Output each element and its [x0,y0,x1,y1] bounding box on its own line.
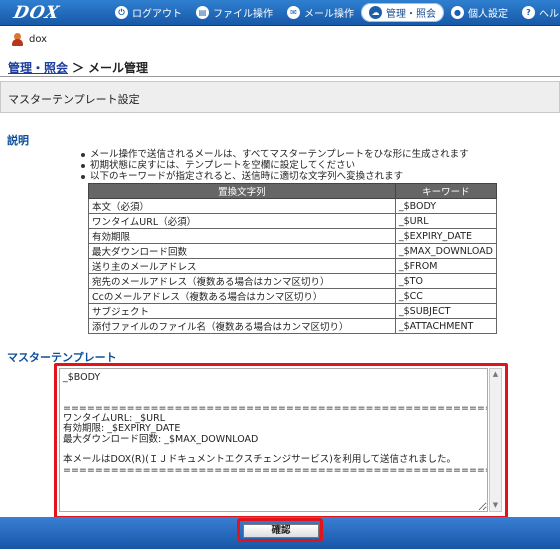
keyword-cell: _$SUBJECT [394,303,498,319]
replacement-cell: 本文（必須） [88,198,396,214]
breadcrumb-link-management[interactable]: 管理・照会 [8,61,68,75]
top-nav-bar: DOX ⏻ ログアウト ▤ ファイル操作 ✉ メール操作 ☁ 管理・照会 ● 個人設定? ヘルプ [0,0,560,26]
breadcrumb-divider [0,76,560,77]
nav-label: 管理・照会 [386,9,436,20]
confirm-button[interactable]: 確認 [243,524,319,538]
table-row: 最大ダウンロード回数 _$MAX_DOWNLOAD [88,243,498,259]
keyword-cell: _$ATTACHMENT [394,318,498,334]
nav-item-0[interactable]: ⏻ ログアウト [108,0,189,25]
header-keyword: キーワード [394,183,498,199]
dox-logo: DOX [11,3,62,23]
keyword-cell: _$MAX_DOWNLOAD [394,243,498,259]
replacement-cell: 宛先のメールアドレス（複数ある場合はカンマ区切り） [88,273,396,289]
mail-icon: ✉ [287,6,300,19]
file-icon: ▤ [196,6,209,19]
replacement-cell: 添付ファイルのファイル名（複数ある場合はカンマ区切り） [88,318,396,334]
person-icon: ● [451,6,464,19]
replacement-cell: 最大ダウンロード回数 [88,243,396,259]
breadcrumb-separator: ＞ [72,61,85,75]
nav-item-3[interactable]: ☁ 管理・照会 [361,3,444,22]
table-row: 本文（必須） _$BODY [88,198,498,214]
table-row: Ccのメールアドレス（複数ある場合はカンマ区切り） _$CC [88,288,498,304]
nav-item-4[interactable]: ● 個人設定 [444,0,515,25]
keyword-cell: _$BODY [394,198,498,214]
explanation-item: 初期状態に戻すには、テンプレートを空欄に設定してください [80,160,469,171]
table-row: 添付ファイルのファイル名（複数ある場合はカンマ区切り） _$ATTACHMENT [88,318,498,334]
table-row: ワンタイムURL（必須） _$URL [88,213,498,229]
confirm-highlight-frame: 確認 [237,518,323,542]
replacement-cell: Ccのメールアドレス（複数ある場合はカンマ区切り） [88,288,396,304]
table-row: サブジェクト _$SUBJECT [88,303,498,319]
nav-label: ヘルプ [539,9,560,20]
replacement-cell: 有効期限 [88,228,396,244]
scroll-up-icon[interactable]: ▲ [490,369,501,380]
table-row: 有効期限 _$EXPIRY_DATE [88,228,498,244]
keyword-cell: _$TO [394,273,498,289]
user-icon [12,32,23,46]
keyword-cell: _$URL [394,213,498,229]
cloud-icon: ☁ [369,6,382,19]
table-row: 送り主のメールアドレス _$FROM [88,258,498,274]
nav-item-2[interactable]: ✉ メール操作 [280,0,361,25]
page-title: マスターテンプレート設定 [8,93,140,106]
replacement-cell: ワンタイムURL（必須） [88,213,396,229]
replacement-cell: サブジェクト [88,303,396,319]
nav-label: ログアウト [132,9,182,20]
explanation-item: メール操作で送信されるメールは、すべてマスターテンプレートをひな形に生成されます [80,149,469,160]
scroll-down-icon[interactable]: ▼ [490,500,501,511]
header-replacement: 置換文字列 [88,183,396,199]
explanation-heading: 説明 [7,134,29,147]
keyword-table: 置換文字列 キーワード 本文（必須） _$BODY ワンタイムURL（必須） _$UR… [88,183,498,334]
keyword-cell: _$EXPIRY_DATE [394,228,498,244]
main-nav: ⏻ ログアウト ▤ ファイル操作 ✉ メール操作 ☁ 管理・照会 ● 個人設定? ヘルプ [108,0,560,25]
user-name: dox [29,33,48,45]
logout-icon: ⏻ [115,6,128,19]
page-title-box: マスターテンプレート設定 [0,81,560,113]
keyword-cell: _$FROM [394,258,498,274]
template-textarea[interactable] [59,368,488,512]
nav-item-5[interactable]: ? ヘルプ [515,0,560,25]
explanation-item: 以下のキーワードが指定されると、送信時に適切な文字列へ変換されます [80,171,469,182]
template-scrollbar[interactable]: ▲ ▼ [489,368,502,512]
replacement-cell: 送り主のメールアドレス [88,258,396,274]
help-icon: ? [522,6,535,19]
breadcrumb-current: メール管理 [88,61,149,75]
nav-label: ファイル操作 [213,9,273,20]
table-row: 宛先のメールアドレス（複数ある場合はカンマ区切り） _$TO [88,273,498,289]
keyword-table-header: 置換文字列 キーワード [88,183,498,199]
template-highlight-frame: ▲ ▼ [54,363,508,519]
nav-item-1[interactable]: ▤ ファイル操作 [189,0,280,25]
nav-label: メール操作 [304,9,354,20]
nav-label: 個人設定 [468,9,508,20]
explanation-list: メール操作で送信されるメールは、すべてマスターテンプレートをひな形に生成されます… [80,149,469,182]
keyword-cell: _$CC [394,288,498,304]
user-line: dox [12,31,47,47]
breadcrumb: 管理・照会 ＞メール管理 [8,59,148,76]
